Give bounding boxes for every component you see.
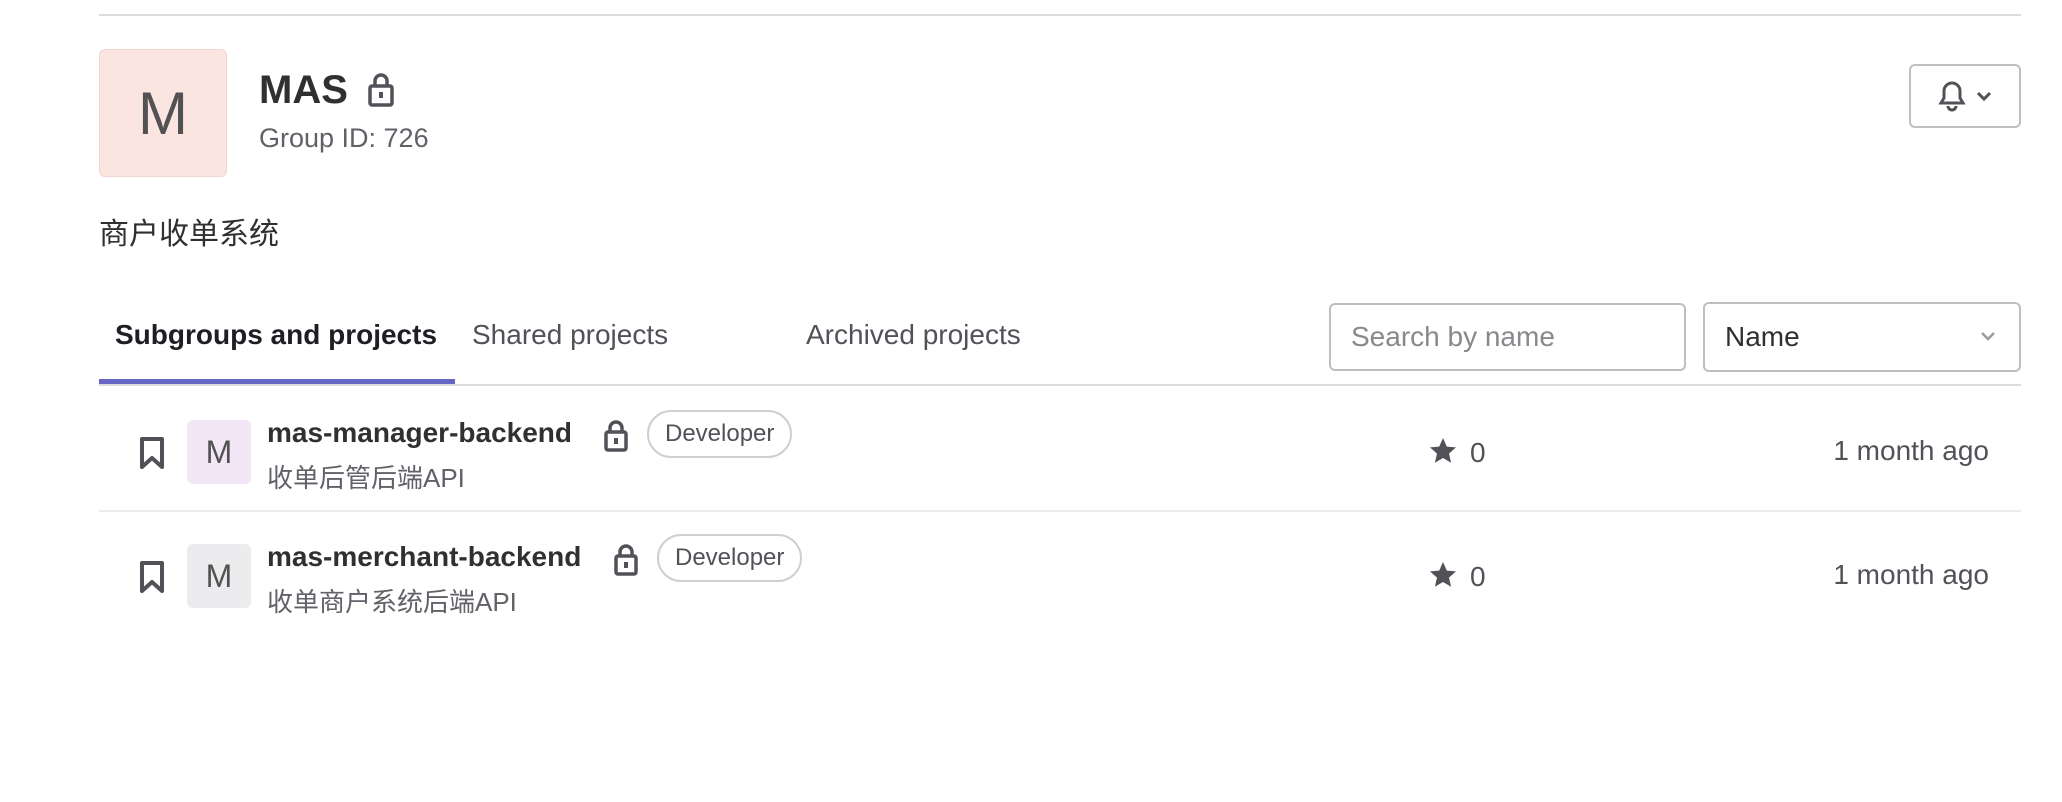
project-avatar[interactable]: M <box>187 420 251 484</box>
project-avatar-letter: M <box>205 557 233 594</box>
tabs-divider <box>99 384 2021 386</box>
project-avatar-letter: M <box>205 433 233 470</box>
group-title: MAS <box>259 68 348 112</box>
role-badge: Developer <box>657 534 803 582</box>
project-description: 收单商户系统后端API <box>267 587 517 617</box>
bell-icon <box>1938 81 1966 112</box>
tab-archived-projects[interactable]: Archived projects <box>806 318 1021 352</box>
role-badge: Developer <box>647 410 793 458</box>
tab-shared-projects[interactable]: Shared projects <box>472 318 668 352</box>
notification-settings-button[interactable] <box>1909 64 2021 128</box>
star-icon[interactable] <box>1428 436 1458 466</box>
project-name-link[interactable]: mas-manager-backend <box>267 416 572 450</box>
group-avatar-letter: M <box>138 79 188 147</box>
updated-time: 1 month ago <box>1833 435 1989 466</box>
lock-icon <box>604 420 628 452</box>
group-description: 商户收单系统 <box>99 218 279 251</box>
group-id: Group ID: 726 <box>259 123 429 153</box>
sort-dropdown[interactable]: Name <box>1703 302 2021 372</box>
top-divider <box>99 14 2021 16</box>
bookmark-icon[interactable] <box>139 436 165 470</box>
bookmark-icon[interactable] <box>139 560 165 594</box>
project-avatar[interactable]: M <box>187 544 251 608</box>
star-icon[interactable] <box>1428 560 1458 590</box>
updated-time: 1 month ago <box>1833 559 1989 590</box>
group-avatar: M <box>99 49 227 177</box>
project-row[interactable]: M mas-merchant-backend Developer 收单商户系统后… <box>99 512 2021 636</box>
chevron-down-icon <box>1976 91 1992 102</box>
project-description: 收单后管后端API <box>267 463 465 493</box>
sort-selected-label: Name <box>1725 321 1800 352</box>
project-row[interactable]: M mas-manager-backend Developer 收单后管后端AP… <box>99 388 2021 512</box>
chevron-down-icon <box>1981 332 1995 341</box>
star-count[interactable]: 0 <box>1470 437 1486 469</box>
star-count[interactable]: 0 <box>1470 561 1486 593</box>
search-input[interactable] <box>1329 303 1686 371</box>
tab-subgroups-and-projects[interactable]: Subgroups and projects <box>115 318 437 352</box>
lock-icon <box>368 73 394 107</box>
active-tab-indicator <box>99 379 455 384</box>
lock-icon <box>614 544 638 576</box>
project-name-link[interactable]: mas-merchant-backend <box>267 540 581 574</box>
